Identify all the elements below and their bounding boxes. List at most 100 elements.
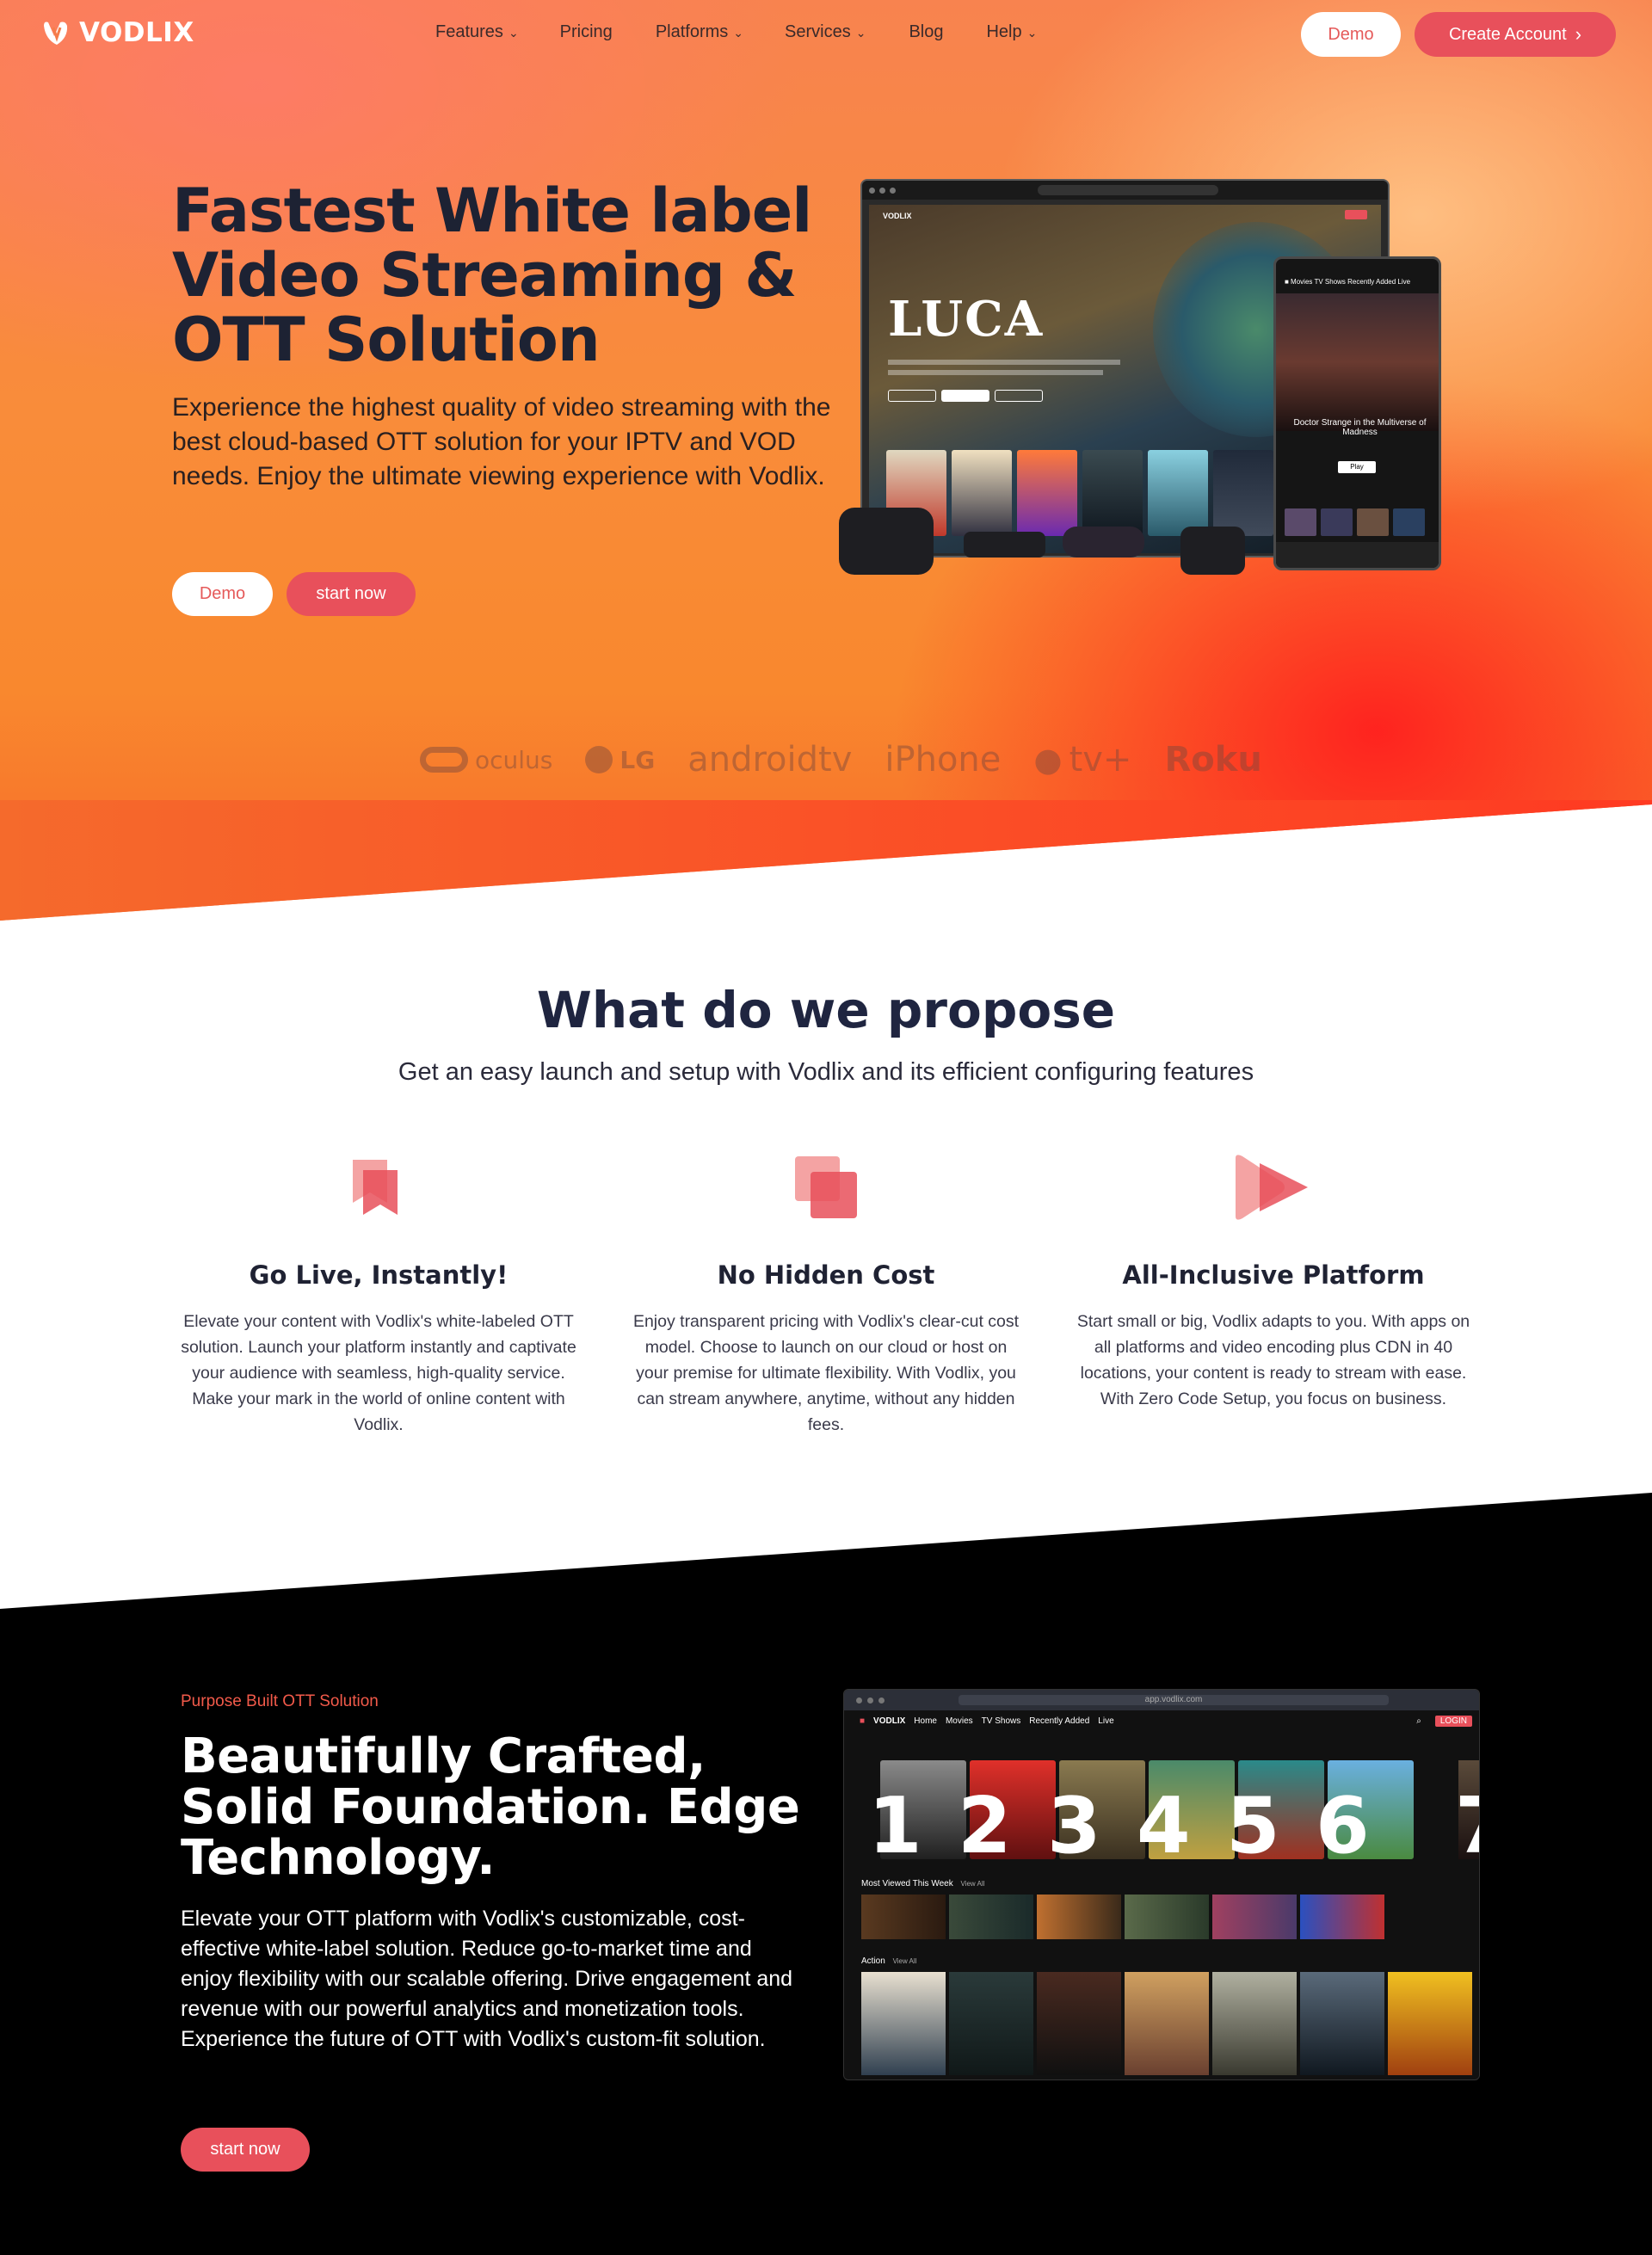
video-thumb[interactable] bbox=[1212, 1895, 1297, 1939]
nav-platforms[interactable]: Platforms ⌄ bbox=[656, 22, 743, 42]
featured-desc-line bbox=[888, 370, 1103, 375]
featured-title: LUCA bbox=[888, 291, 1045, 348]
app-nav-movies[interactable]: Movies bbox=[946, 1716, 973, 1726]
oculus-logo: oculus bbox=[420, 746, 552, 774]
screen-login-badge bbox=[1345, 210, 1367, 219]
vodlix-logo-icon bbox=[44, 22, 68, 45]
crafted-start-label: start now bbox=[210, 2140, 280, 2159]
top10-item[interactable]: 1 bbox=[868, 1760, 966, 1871]
top10-item[interactable]: 3 bbox=[1047, 1760, 1145, 1871]
window-dot bbox=[879, 187, 885, 194]
video-thumb[interactable] bbox=[1037, 1895, 1121, 1939]
crafted-start-button[interactable]: start now bbox=[181, 2128, 310, 2172]
primary-nav: Features ⌄ Pricing Platforms ⌄ Services … bbox=[435, 22, 1037, 42]
logo-text: VODLIX bbox=[79, 17, 194, 48]
browser-url-bar bbox=[1038, 185, 1218, 195]
featured-desc-line bbox=[888, 360, 1120, 365]
poster[interactable] bbox=[1212, 1972, 1297, 2075]
nav-blog[interactable]: Blog bbox=[909, 22, 943, 42]
thumb[interactable] bbox=[1321, 508, 1353, 536]
top10-item[interactable]: 2 bbox=[958, 1760, 1056, 1871]
crafted-title: Beautifully Crafted, Solid Foundation. E… bbox=[181, 1728, 800, 1886]
nav-services[interactable]: Services ⌄ bbox=[785, 22, 866, 42]
feature-all-inclusive: All-Inclusive Platform Start small or bi… bbox=[1076, 1153, 1471, 1412]
video-thumb[interactable] bbox=[1125, 1895, 1209, 1939]
poster[interactable] bbox=[1388, 1972, 1472, 2075]
window-dot bbox=[878, 1697, 885, 1704]
poster[interactable] bbox=[1037, 1972, 1121, 2075]
app-nav-home[interactable]: Home bbox=[914, 1716, 937, 1726]
featured-actions bbox=[888, 390, 1043, 402]
iphone-label: iPhone bbox=[885, 740, 1002, 779]
app-login-button[interactable]: LOGIN bbox=[1434, 1715, 1472, 1727]
hero-start-button[interactable]: start now bbox=[287, 572, 416, 616]
poster[interactable] bbox=[861, 1972, 946, 2075]
vodlix-logo[interactable]: VODLIX bbox=[41, 17, 194, 48]
rank-number: 3 bbox=[1047, 1781, 1101, 1871]
feature-no-hidden-cost: No Hidden Cost Enjoy transparent pricing… bbox=[628, 1153, 1024, 1438]
search-icon[interactable]: ⌕ bbox=[1416, 1716, 1421, 1726]
video-thumb[interactable] bbox=[861, 1895, 946, 1939]
video-thumb[interactable] bbox=[949, 1895, 1033, 1939]
chevron-right-icon: › bbox=[1575, 23, 1582, 45]
view-all-link[interactable]: View All bbox=[961, 1880, 985, 1888]
nav-demo-button[interactable]: Demo bbox=[1301, 12, 1401, 57]
nav-pricing[interactable]: Pricing bbox=[560, 22, 613, 42]
chevron-down-icon: ⌄ bbox=[1026, 26, 1038, 40]
create-account-label: Create Account bbox=[1448, 24, 1567, 44]
hero-title: Fastest White label Video Streaming & OT… bbox=[172, 176, 812, 375]
top10-item[interactable]: 6 bbox=[1316, 1760, 1414, 1871]
phone-trending-row bbox=[1285, 508, 1425, 536]
phone-caption: Doctor Strange in the Multiverse of Madn… bbox=[1293, 418, 1427, 437]
row-label-most-viewed: Most Viewed This Week View All bbox=[861, 1879, 984, 1888]
androidtv-logo: androidtv bbox=[687, 740, 852, 779]
more-info-button[interactable] bbox=[995, 390, 1043, 402]
feature-text: Enjoy transparent pricing with Vodlix's … bbox=[632, 1312, 1020, 1434]
screen-brand: VODLIX bbox=[883, 212, 912, 220]
window-dot bbox=[867, 1697, 873, 1704]
trailer-button[interactable] bbox=[888, 390, 936, 402]
phone-play-button[interactable]: Play bbox=[1338, 461, 1376, 473]
poster[interactable] bbox=[949, 1972, 1033, 2075]
top10-item[interactable]: 5 bbox=[1226, 1760, 1324, 1871]
poster[interactable] bbox=[1300, 1972, 1384, 2075]
phone-featured-art bbox=[1276, 293, 1439, 431]
app-url: app.vodlix.com bbox=[959, 1695, 1389, 1705]
poster[interactable] bbox=[1017, 450, 1077, 536]
row-label-text: Most Viewed This Week bbox=[861, 1879, 953, 1888]
roku-device bbox=[1063, 527, 1144, 558]
top10-item-partial[interactable]: 7 bbox=[1455, 1760, 1479, 1871]
chevron-down-icon: ⌄ bbox=[733, 26, 744, 40]
nav-help[interactable]: Help ⌄ bbox=[986, 22, 1037, 42]
trending-row bbox=[886, 450, 1273, 536]
play-forward-icon bbox=[1236, 1155, 1308, 1220]
poster[interactable] bbox=[952, 450, 1012, 536]
app-nav-tvshows[interactable]: TV Shows bbox=[982, 1716, 1021, 1726]
app-brand: VODLIX bbox=[873, 1716, 906, 1726]
feature-go-live: Go Live, Instantly! Elevate your content… bbox=[181, 1153, 576, 1438]
nav-demo-label: Demo bbox=[1328, 24, 1374, 44]
thumb[interactable] bbox=[1285, 508, 1316, 536]
nav-features-label: Features bbox=[435, 22, 503, 41]
window-dot bbox=[890, 187, 896, 194]
video-thumb[interactable] bbox=[1300, 1895, 1384, 1939]
appletv-label: tv+ bbox=[1069, 740, 1132, 779]
poster[interactable] bbox=[1213, 450, 1273, 536]
app-nav-recent[interactable]: Recently Added bbox=[1029, 1716, 1089, 1726]
hero-demo-label: Demo bbox=[199, 584, 246, 603]
vr-headset bbox=[839, 508, 934, 575]
create-account-button[interactable]: Create Account › bbox=[1415, 12, 1616, 57]
poster[interactable] bbox=[1125, 1972, 1209, 2075]
view-all-link[interactable]: View All bbox=[893, 1957, 917, 1965]
thumb[interactable] bbox=[1393, 508, 1425, 536]
hero-demo-button[interactable]: Demo bbox=[172, 572, 273, 616]
propose-subtitle: Get an easy launch and setup with Vodlix… bbox=[398, 1058, 1254, 1086]
play-button[interactable] bbox=[941, 390, 989, 402]
poster[interactable] bbox=[1148, 450, 1208, 536]
bookmark-icon bbox=[353, 1160, 398, 1215]
thumb[interactable] bbox=[1357, 508, 1389, 536]
top10-item[interactable]: 4 bbox=[1137, 1760, 1235, 1871]
poster[interactable] bbox=[1082, 450, 1143, 536]
nav-features[interactable]: Features ⌄ bbox=[435, 22, 519, 42]
app-nav-live[interactable]: Live bbox=[1098, 1716, 1113, 1726]
